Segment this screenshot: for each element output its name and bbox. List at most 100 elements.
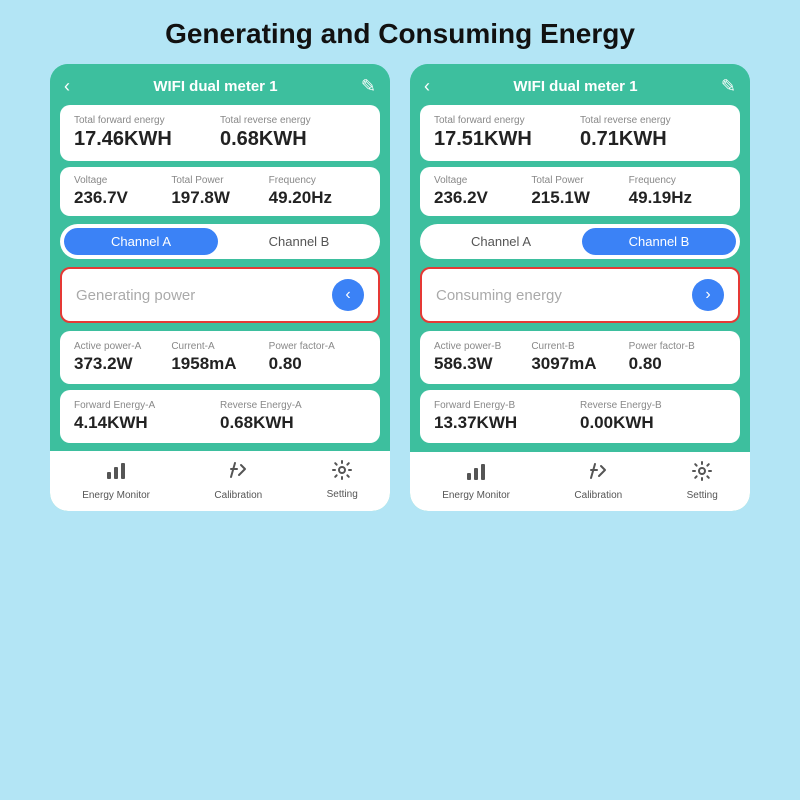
- header-title-right: WIFI dual meter 1: [513, 78, 637, 95]
- mode-row-left: Generating power ‹: [60, 267, 380, 323]
- forward-energy-right: Total forward energy 17.51KWH: [434, 115, 580, 151]
- setting-icon-left: [331, 459, 353, 486]
- phones-container: ‹ WIFI dual meter 1 ✎ Total forward ener…: [0, 64, 800, 511]
- active-power-label-right: Active power-B: [434, 341, 531, 352]
- energy-metrics-right: Forward Energy-B 13.37KWH Reverse Energy…: [420, 390, 740, 443]
- reverse-energy-b-value-right: 0.00KWH: [580, 413, 726, 433]
- forward-energy-a-left: Forward Energy-A 4.14KWH: [74, 400, 220, 433]
- forward-energy-a-label-left: Forward Energy-A: [74, 400, 220, 411]
- reverse-energy-right: Total reverse energy 0.71KWH: [580, 115, 726, 151]
- nav-energy-monitor-left[interactable]: Energy Monitor: [82, 459, 150, 501]
- active-power-right: Active power-B 586.3W: [434, 341, 531, 374]
- reverse-energy-label-left: Total reverse energy: [220, 115, 366, 126]
- channel-b-tab-right[interactable]: Channel B: [582, 228, 736, 255]
- voltage-value-right: 236.2V: [434, 188, 531, 208]
- nav-calibration-right[interactable]: Calibration: [574, 460, 622, 501]
- reverse-energy-a-left: Reverse Energy-A 0.68KWH: [220, 400, 366, 433]
- total-power-right: Total Power 215.1W: [531, 175, 628, 208]
- voltage-value-left: 236.7V: [74, 188, 171, 208]
- back-button-left[interactable]: ‹: [64, 76, 70, 97]
- total-power-value-left: 197.8W: [171, 188, 268, 208]
- nav-setting-left[interactable]: Setting: [327, 459, 358, 501]
- current-value-left: 1958mA: [171, 354, 268, 374]
- channel-b-tab-left[interactable]: Channel B: [222, 228, 376, 255]
- energy-monitor-icon-left: [105, 459, 127, 487]
- current-left: Current-A 1958mA: [171, 341, 268, 374]
- forward-energy-value-left: 17.46KWH: [74, 128, 220, 151]
- channel-a-tab-right[interactable]: Channel A: [424, 228, 578, 255]
- current-label-left: Current-A: [171, 341, 268, 352]
- mode-button-left[interactable]: ‹: [332, 279, 364, 311]
- calibration-label-right: Calibration: [574, 490, 622, 501]
- voltage-right: Voltage 236.2V: [434, 175, 531, 208]
- edit-button-right[interactable]: ✎: [721, 76, 736, 97]
- energy-top-right: Total forward energy 17.51KWH Total reve…: [420, 105, 740, 161]
- forward-energy-b-label-right: Forward Energy-B: [434, 400, 580, 411]
- pf-label-right: Power factor-B: [629, 341, 726, 352]
- pf-right: Power factor-B 0.80: [629, 341, 726, 374]
- back-button-right[interactable]: ‹: [424, 76, 430, 97]
- nav-energy-monitor-right[interactable]: Energy Monitor: [442, 460, 510, 501]
- forward-energy-b-right: Forward Energy-B 13.37KWH: [434, 400, 580, 433]
- channel-tabs-left: Channel A Channel B: [60, 224, 380, 259]
- setting-icon-right: [691, 460, 713, 487]
- calibration-icon-right: [587, 460, 609, 487]
- energy-monitor-label-right: Energy Monitor: [442, 490, 510, 501]
- reverse-energy-b-right: Reverse Energy-B 0.00KWH: [580, 400, 726, 433]
- bottom-nav-right: Energy Monitor Calibration: [410, 452, 750, 511]
- power-metrics-right: Active power-B 586.3W Current-B 3097mA P…: [420, 331, 740, 384]
- channel-a-tab-left[interactable]: Channel A: [64, 228, 218, 255]
- mode-text-right: Consuming energy: [436, 287, 562, 304]
- header-title-left: WIFI dual meter 1: [153, 78, 277, 95]
- frequency-left: Frequency 49.20Hz: [269, 175, 366, 208]
- voltage-left: Voltage 236.7V: [74, 175, 171, 208]
- active-power-label-left: Active power-A: [74, 341, 171, 352]
- forward-energy-b-value-right: 13.37KWH: [434, 413, 580, 433]
- stats-right: Voltage 236.2V Total Power 215.1W Freque…: [420, 167, 740, 216]
- edit-button-left[interactable]: ✎: [361, 76, 376, 97]
- page-title: Generating and Consuming Energy: [0, 0, 800, 64]
- phone-right: ‹ WIFI dual meter 1 ✎ Total forward ener…: [410, 64, 750, 511]
- calibration-icon-left: [227, 459, 249, 487]
- reverse-energy-label-right: Total reverse energy: [580, 115, 726, 126]
- forward-energy-value-right: 17.51KWH: [434, 128, 580, 151]
- frequency-value-right: 49.19Hz: [629, 188, 726, 208]
- reverse-energy-a-label-left: Reverse Energy-A: [220, 400, 366, 411]
- active-power-left: Active power-A 373.2W: [74, 341, 171, 374]
- channel-tabs-right: Channel A Channel B: [420, 224, 740, 259]
- frequency-value-left: 49.20Hz: [269, 188, 366, 208]
- pf-value-right: 0.80: [629, 354, 726, 374]
- energy-top-left: Total forward energy 17.46KWH Total reve…: [60, 105, 380, 161]
- active-power-value-left: 373.2W: [74, 354, 171, 374]
- current-label-right: Current-B: [531, 341, 628, 352]
- forward-energy-label-left: Total forward energy: [74, 115, 220, 126]
- calibration-label-left: Calibration: [214, 490, 262, 501]
- stats-left: Voltage 236.7V Total Power 197.8W Freque…: [60, 167, 380, 216]
- voltage-label-right: Voltage: [434, 175, 531, 186]
- active-power-value-right: 586.3W: [434, 354, 531, 374]
- voltage-label-left: Voltage: [74, 175, 171, 186]
- power-metrics-left: Active power-A 373.2W Current-A 1958mA P…: [60, 331, 380, 384]
- pf-label-left: Power factor-A: [269, 341, 366, 352]
- nav-setting-right[interactable]: Setting: [687, 460, 718, 501]
- mode-text-left: Generating power: [76, 287, 195, 304]
- nav-calibration-left[interactable]: Calibration: [214, 459, 262, 501]
- mode-row-right: Consuming energy ›: [420, 267, 740, 323]
- total-power-label-left: Total Power: [171, 175, 268, 186]
- reverse-energy-value-right: 0.71KWH: [580, 128, 726, 151]
- pf-value-left: 0.80: [269, 354, 366, 374]
- reverse-energy-b-label-right: Reverse Energy-B: [580, 400, 726, 411]
- mode-button-right[interactable]: ›: [692, 279, 724, 311]
- current-value-right: 3097mA: [531, 354, 628, 374]
- total-power-value-right: 215.1W: [531, 188, 628, 208]
- setting-label-right: Setting: [687, 490, 718, 501]
- phone-right-header: ‹ WIFI dual meter 1 ✎: [410, 64, 750, 105]
- energy-monitor-label-left: Energy Monitor: [82, 490, 150, 501]
- reverse-energy-a-value-left: 0.68KWH: [220, 413, 366, 433]
- frequency-label-right: Frequency: [629, 175, 726, 186]
- forward-energy-label-right: Total forward energy: [434, 115, 580, 126]
- phone-left-header: ‹ WIFI dual meter 1 ✎: [50, 64, 390, 105]
- forward-energy-left: Total forward energy 17.46KWH: [74, 115, 220, 151]
- energy-metrics-left: Forward Energy-A 4.14KWH Reverse Energy-…: [60, 390, 380, 443]
- total-power-label-right: Total Power: [531, 175, 628, 186]
